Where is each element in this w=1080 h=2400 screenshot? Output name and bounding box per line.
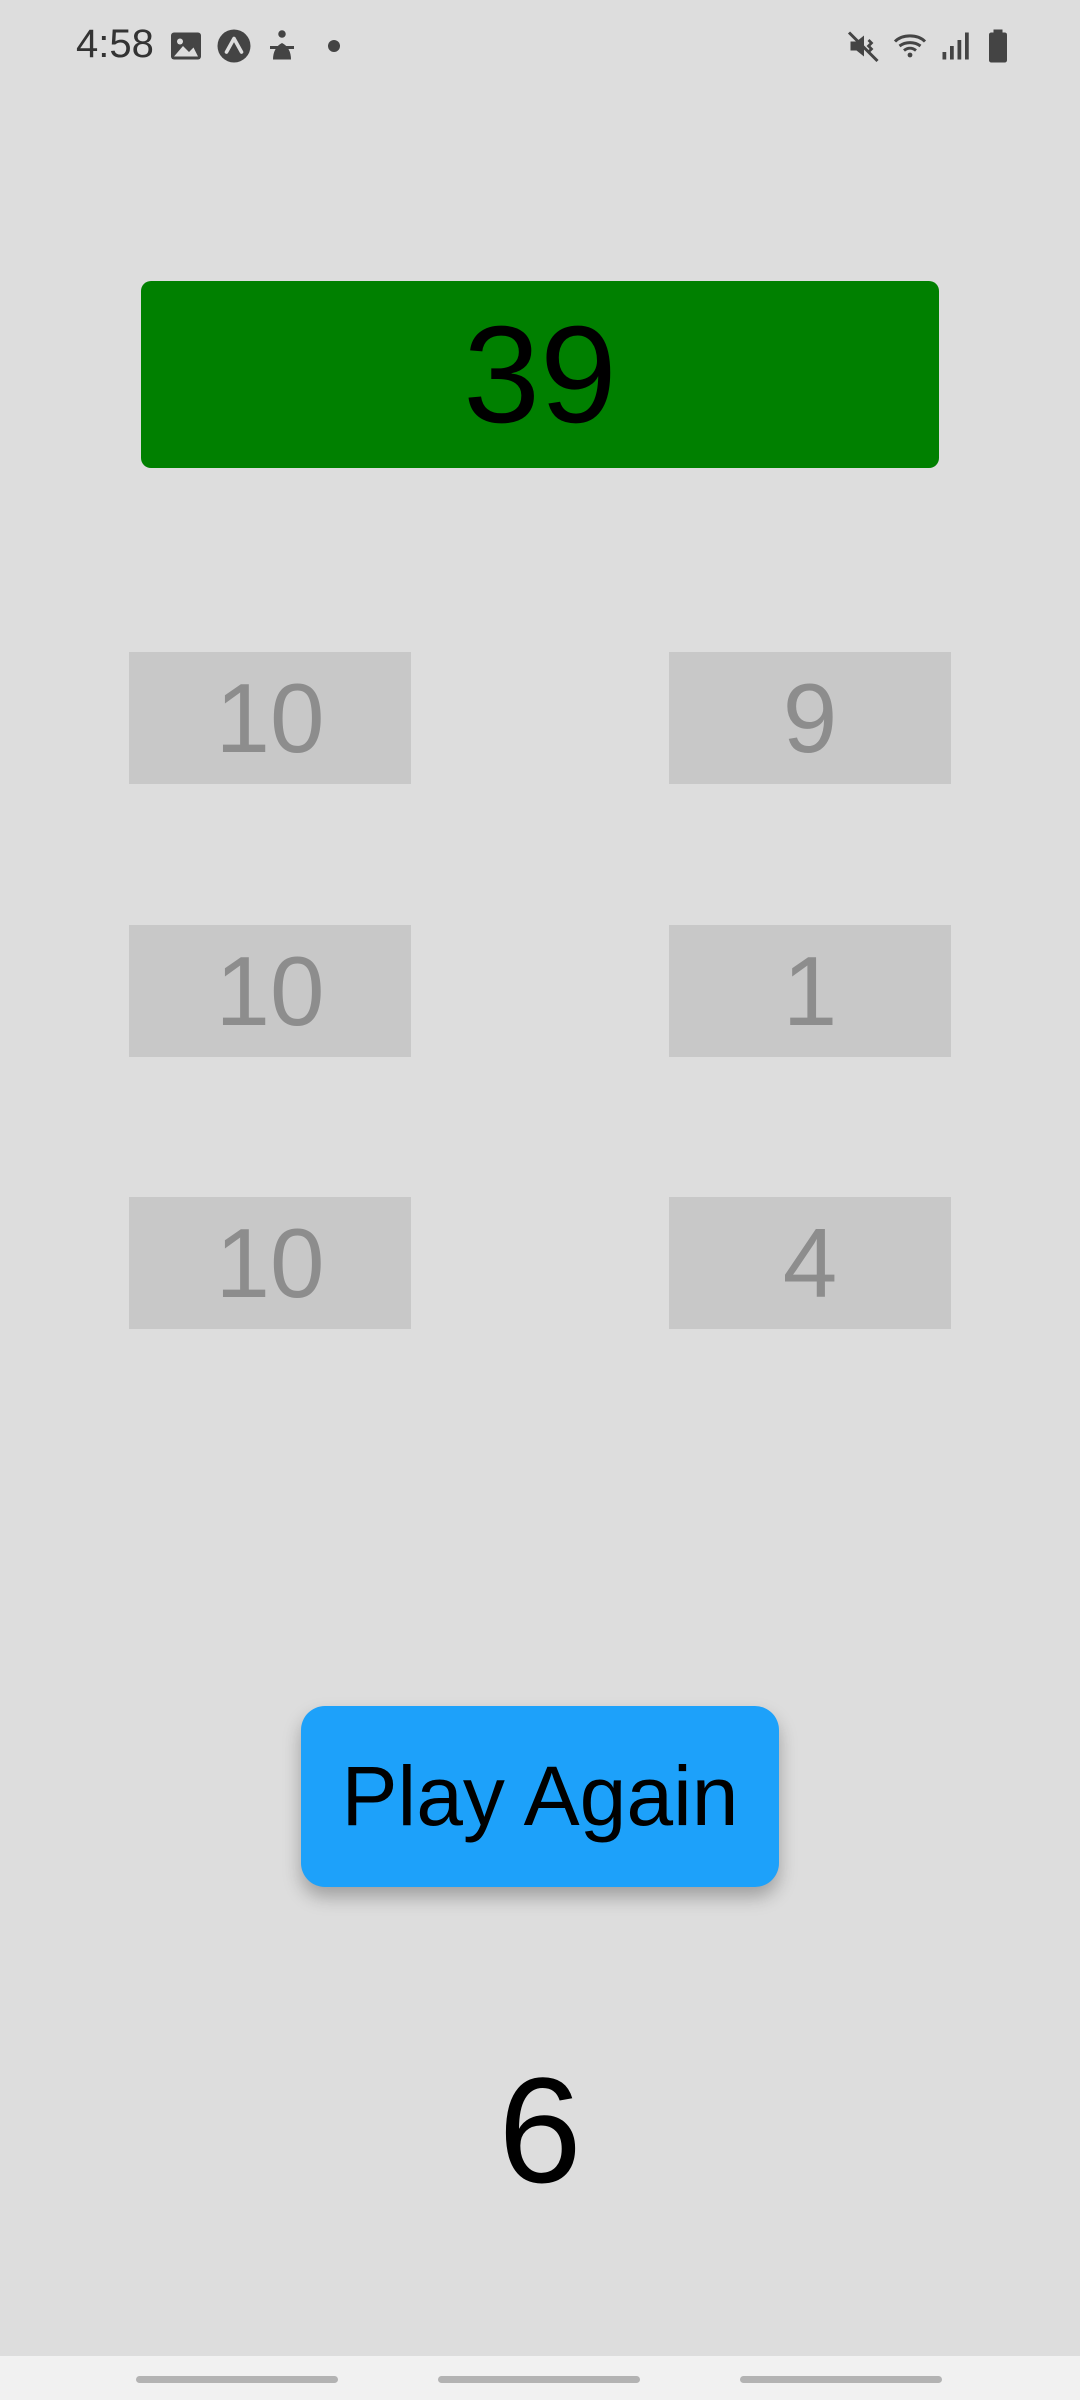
target-number: 39 [463, 297, 617, 452]
accessibility-icon [270, 30, 294, 60]
play-again-button[interactable]: Play Again [301, 1706, 779, 1887]
battery-icon [989, 29, 1007, 63]
countdown-counter: 6 [498, 2046, 582, 2214]
number-button-3[interactable]: 10 [129, 925, 411, 1057]
target-box: 39 [141, 281, 939, 468]
number-button-4[interactable]: 1 [669, 925, 951, 1057]
number-button-label: 10 [215, 1208, 325, 1318]
number-button-2[interactable]: 9 [669, 652, 951, 784]
number-button-label: 10 [215, 663, 325, 773]
status-time: 4:58 [76, 22, 154, 66]
number-button-label: 4 [782, 1208, 838, 1318]
vibrate-mute-icon [847, 31, 879, 63]
status-bar: 4:58 [0, 0, 1080, 96]
number-button-1[interactable]: 10 [129, 652, 411, 784]
number-button-label: 9 [782, 663, 838, 773]
number-button-label: 10 [215, 936, 325, 1046]
recent-apps-handle[interactable] [136, 2376, 338, 2383]
number-button-5[interactable]: 10 [129, 1197, 411, 1329]
navigation-bar [0, 2356, 1080, 2400]
wifi-icon [893, 34, 927, 58]
home-handle[interactable] [438, 2376, 640, 2383]
number-button-label: 1 [782, 936, 838, 1046]
back-handle[interactable] [740, 2376, 942, 2383]
arrow-up-circle-icon [217, 29, 251, 63]
number-button-6[interactable]: 4 [669, 1197, 951, 1329]
image-icon [171, 32, 201, 60]
play-again-label: Play Again [341, 1749, 739, 1843]
signal-icon [942, 32, 969, 60]
notification-dot-icon [328, 40, 340, 52]
